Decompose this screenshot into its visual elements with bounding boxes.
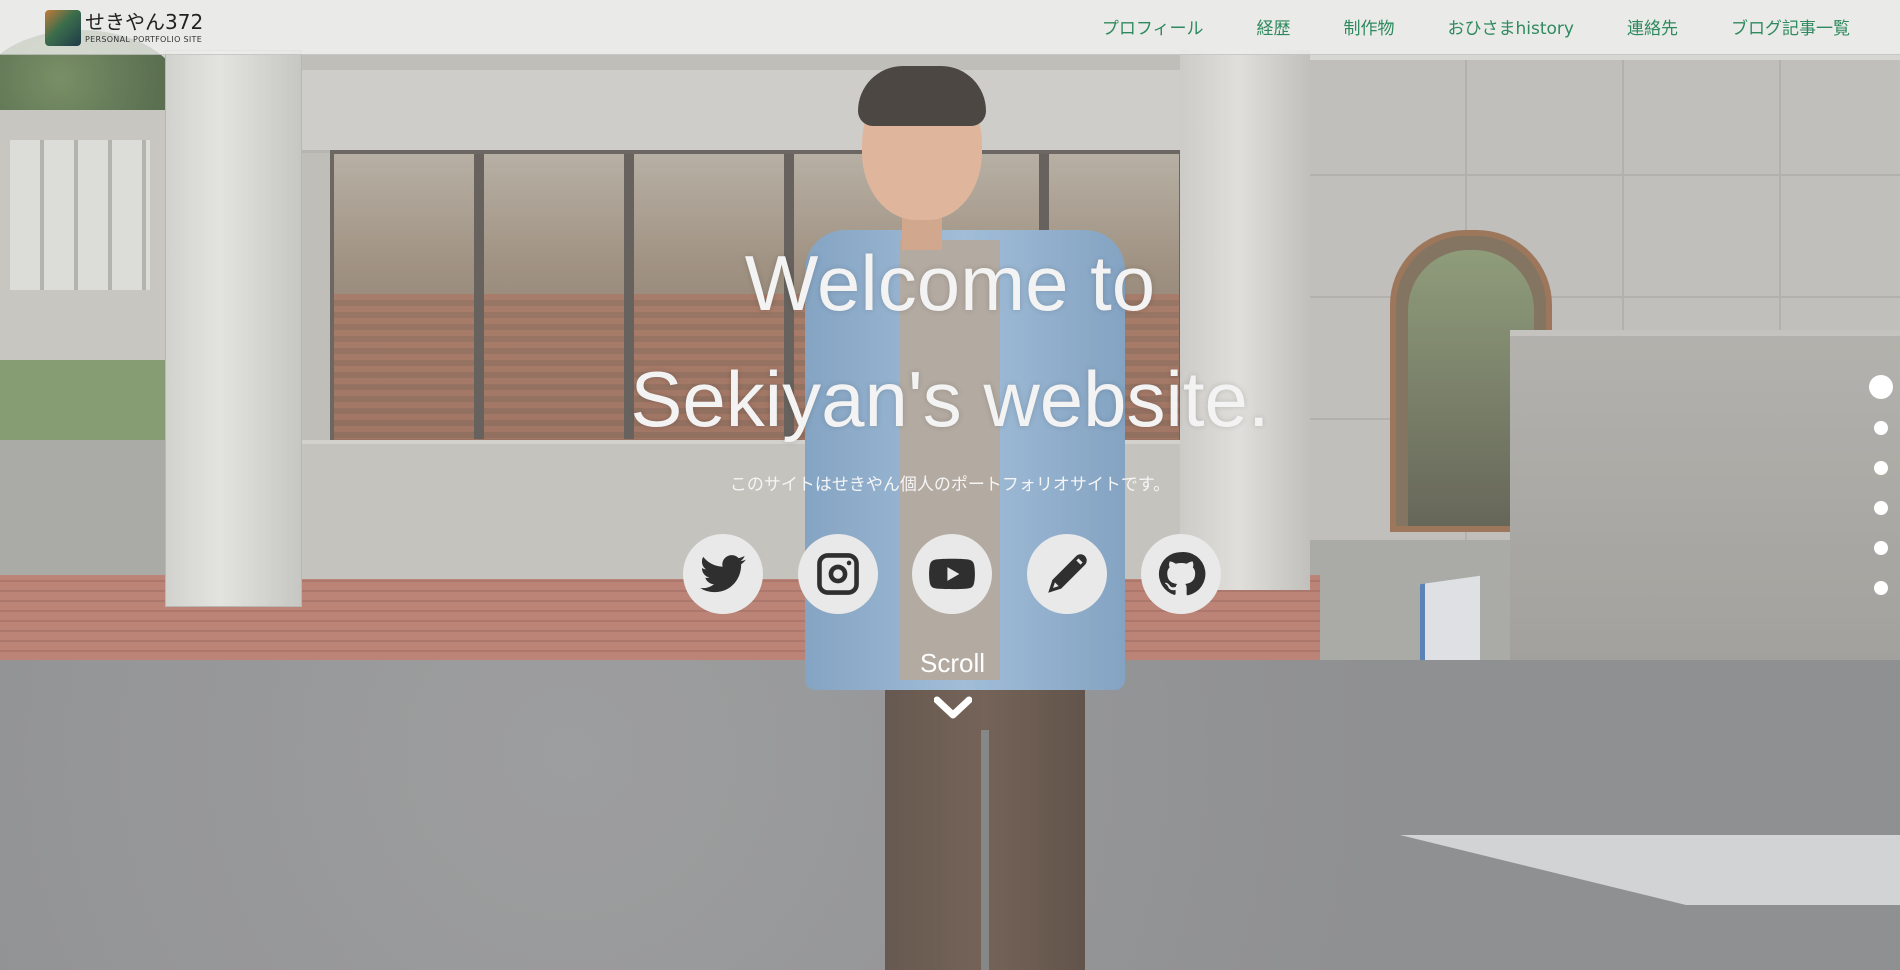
nav-blog-list[interactable]: ブログ記事一覧 <box>1731 14 1850 39</box>
github-icon <box>1158 551 1206 596</box>
blog-button[interactable] <box>1026 534 1107 614</box>
scroll-label[interactable]: Scroll <box>900 648 1005 679</box>
hero-title-line2: Sekiyan's website. <box>630 355 1270 443</box>
logo-subtitle: PERSONAL PORTFOLIO SITE <box>85 35 203 44</box>
instagram-button[interactable] <box>797 534 878 614</box>
hero-title-line1: Welcome to <box>744 239 1156 327</box>
twitter-button[interactable] <box>683 534 763 614</box>
logo-image <box>45 10 81 46</box>
nav-career[interactable]: 経歴 <box>1257 14 1291 39</box>
site-logo[interactable]: せきやん372 PERSONAL PORTFOLIO SITE <box>45 10 203 46</box>
nav-ohisama-history[interactable]: おひさまhistory <box>1448 14 1574 39</box>
main-nav: プロフィール 経歴 制作物 おひさまhistory 連絡先 ブログ記事一覧 <box>1049 14 1850 39</box>
page-dot-3[interactable] <box>1874 461 1888 475</box>
page-dot-5[interactable] <box>1874 541 1888 555</box>
social-links <box>683 534 1256 614</box>
nav-contact[interactable]: 連絡先 <box>1627 14 1678 39</box>
hero-subtitle: このサイトはせきやん個人のポートフォリオサイトです。 <box>729 475 1171 495</box>
pen-icon <box>1047 554 1087 593</box>
page-dot-6[interactable] <box>1874 581 1888 595</box>
page-dot-1[interactable] <box>1869 375 1893 399</box>
chevron-down-icon[interactable] <box>933 695 973 723</box>
nav-profile[interactable]: プロフィール <box>1102 14 1204 39</box>
page-dot-4[interactable] <box>1874 501 1888 515</box>
site-header: せきやん372 PERSONAL PORTFOLIO SITE プロフィール 経… <box>0 0 1900 55</box>
youtube-icon <box>929 558 975 590</box>
twitter-icon <box>700 555 746 593</box>
github-button[interactable] <box>1141 534 1221 614</box>
nav-works[interactable]: 制作物 <box>1344 14 1395 39</box>
instagram-icon <box>816 553 859 595</box>
page-dot-2[interactable] <box>1874 421 1888 435</box>
hero-title: Welcome to Sekiyan's website. <box>0 225 1900 457</box>
logo-title: せきやん372 <box>85 10 204 34</box>
youtube-button[interactable] <box>912 534 992 614</box>
section-pagination <box>1866 375 1896 621</box>
